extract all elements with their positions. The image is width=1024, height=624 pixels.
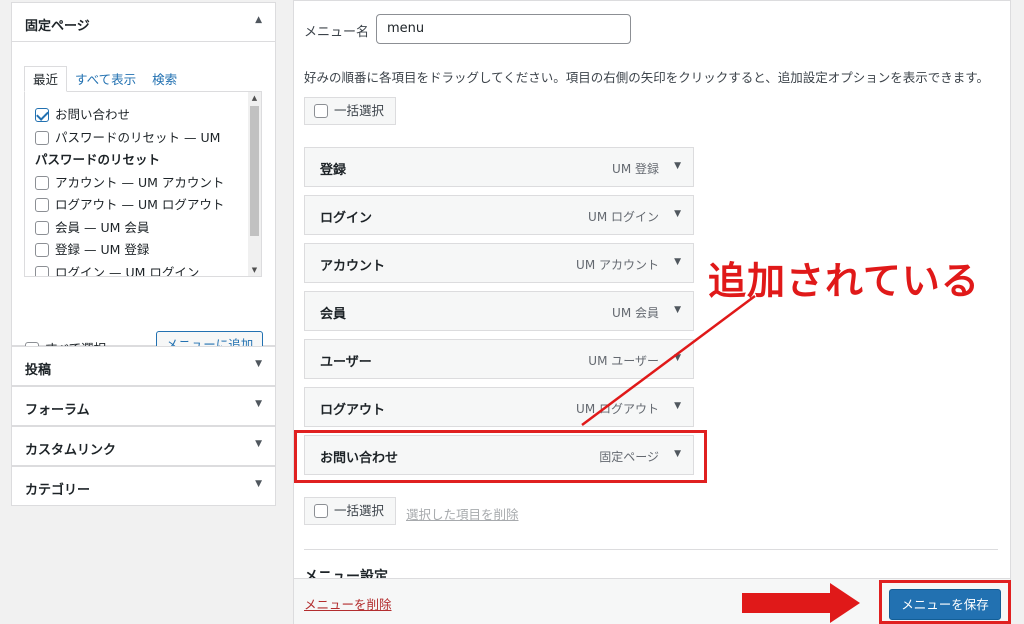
annotation-overlay xyxy=(581,294,860,623)
annotation-line xyxy=(581,294,756,427)
arrow-right-icon xyxy=(742,583,860,623)
tab-recent[interactable]: 最近 xyxy=(24,66,68,92)
